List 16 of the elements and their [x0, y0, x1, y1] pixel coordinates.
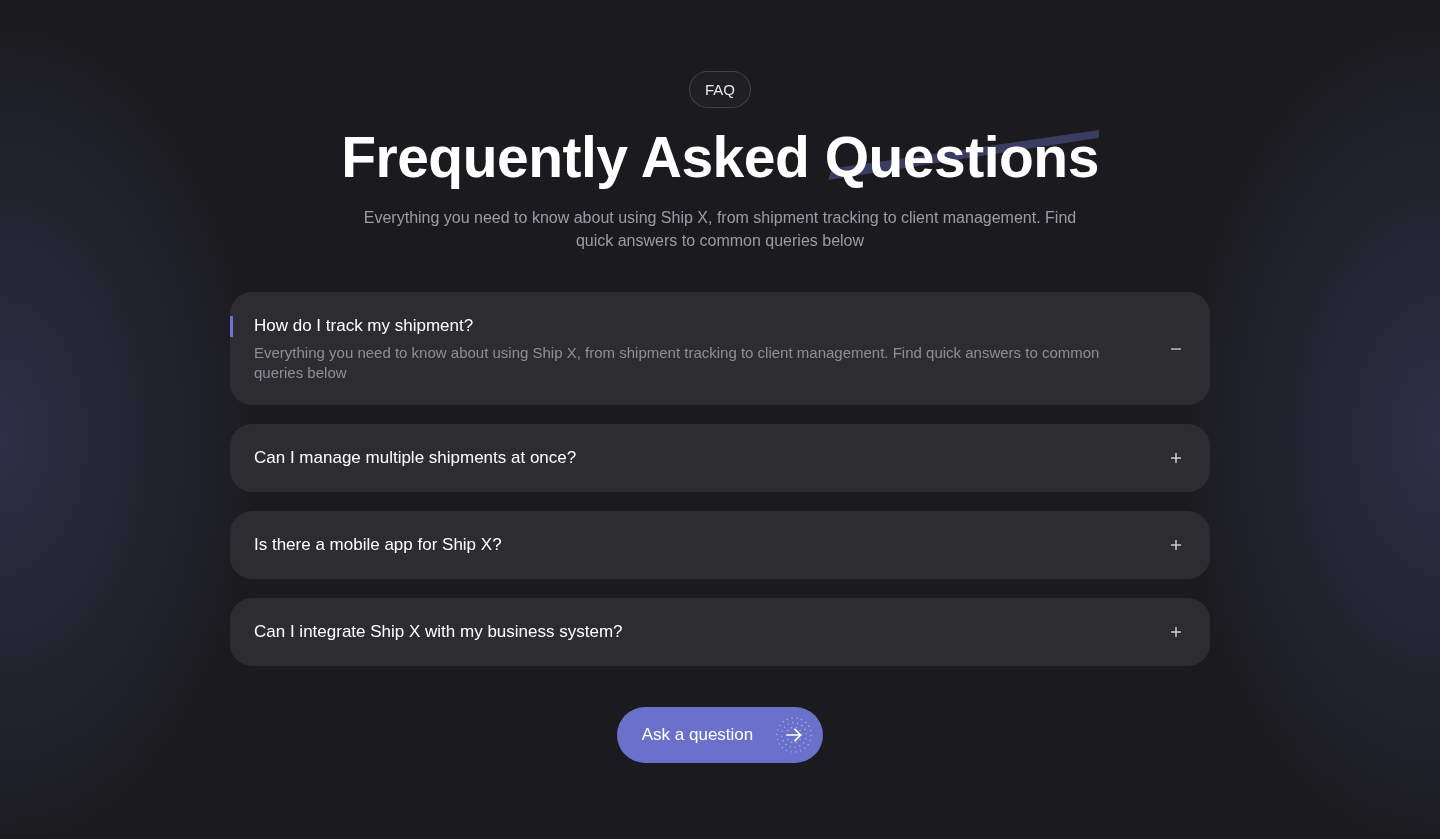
faq-item[interactable]: Can I manage multiple shipments at once? [230, 424, 1210, 492]
ask-question-button[interactable]: Ask a question [616, 707, 824, 763]
faq-question: How do I track my shipment? [254, 315, 475, 337]
faq-item[interactable]: Can I integrate Ship X with my business system? [230, 598, 1210, 666]
plus-icon[interactable] [1171, 540, 1181, 550]
faq-item[interactable]: Is there a mobile app for Ship X? [230, 511, 1210, 579]
faq-answer: Everything you need to know about using Ship X, from shipment tracking to client management. Find quick answers to common queries below [254, 343, 1101, 383]
faq-badge: FAQ [689, 71, 751, 108]
plus-icon[interactable] [1171, 627, 1181, 637]
faq-question: Can I integrate Ship X with my business system? [254, 621, 624, 643]
page-subtitle: Everything you need to know about using Ship X, from shipment tracking to client management. Find quick answers to common queries below [362, 208, 1078, 251]
plus-icon[interactable] [1171, 453, 1181, 463]
faq-item[interactable]: How do I track my shipment? Everything you need to know about using Ship X, from shipment tracking to client management. Find quick answers to common queries below [230, 292, 1210, 405]
arrow-icon [775, 716, 814, 754]
faq-question: Can I manage multiple shipments at once? [254, 447, 578, 469]
faq-question: Is there a mobile app for Ship X? [254, 534, 503, 556]
